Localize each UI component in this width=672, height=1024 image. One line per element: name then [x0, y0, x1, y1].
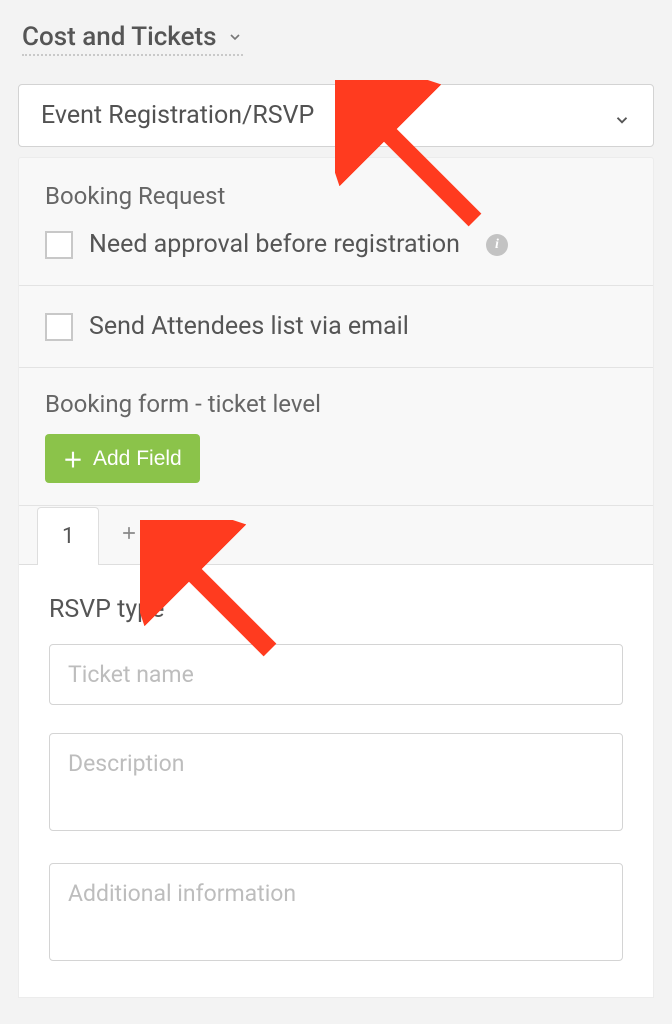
- ticket-description-input[interactable]: [49, 733, 623, 831]
- add-field-button[interactable]: ＋ Add Field: [45, 434, 200, 483]
- booking-request-heading: Booking Request: [45, 182, 627, 210]
- ticket-panel: RSVP type: [18, 565, 654, 998]
- rsvp-type-label: RSVP type: [49, 595, 623, 624]
- section-title: Cost and Tickets: [22, 22, 217, 52]
- plus-icon: ＋: [63, 444, 83, 473]
- ticket-tab-1[interactable]: 1: [37, 507, 99, 565]
- plus-icon: [119, 520, 139, 550]
- chevron-down-icon: [613, 107, 631, 125]
- info-icon[interactable]: i: [486, 234, 508, 256]
- send-attendees-label: Send Attendees list via email: [89, 312, 409, 341]
- approval-checkbox-label: Need approval before registration: [89, 230, 460, 259]
- send-attendees-checkbox[interactable]: [45, 313, 73, 341]
- registration-type-value: Event Registration/RSVP: [41, 101, 314, 130]
- registration-type-select[interactable]: Event Registration/RSVP: [18, 84, 654, 147]
- booking-card: Booking Request Need approval before reg…: [18, 157, 654, 998]
- ticket-name-input[interactable]: [49, 644, 623, 705]
- section-toggle[interactable]: Cost and Tickets: [22, 22, 243, 56]
- approval-checkbox[interactable]: [45, 231, 73, 259]
- add-ticket-tab[interactable]: [99, 506, 159, 564]
- booking-form-heading: Booking form - ticket level: [45, 390, 627, 418]
- chevron-down-icon: [227, 29, 243, 45]
- ticket-additional-info-input[interactable]: [49, 863, 623, 961]
- add-field-label: Add Field: [93, 447, 182, 471]
- ticket-tab-label: 1: [62, 524, 74, 549]
